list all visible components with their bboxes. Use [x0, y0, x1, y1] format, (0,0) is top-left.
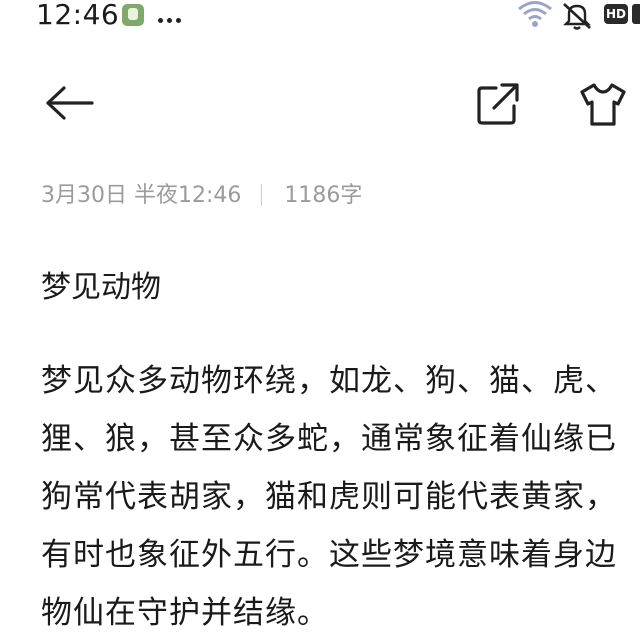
mute-icon [563, 3, 591, 30]
hd-icon: HD [604, 4, 629, 24]
battery-icon [632, 4, 640, 24]
status-bar: 12:46 HD [0, 0, 640, 34]
note-line: 有时也象征外五行。这些梦境意味着身边 [41, 537, 617, 573]
more-dots-icon [158, 8, 188, 23]
wifi-icon [518, 1, 552, 27]
shirt-theme-icon[interactable] [578, 80, 628, 128]
note-screen: 12:46 HD 3月30日 半夜12:46 1186字 梦见动物 梦见众多动物… [0, 0, 640, 639]
note-line: 物仙在守护并结缘。 [41, 595, 329, 631]
meta-divider [261, 184, 263, 206]
note-line: 梦见众多动物环绕，如龙、狗、猫、虎、 [41, 363, 617, 399]
note-body[interactable]: 梦见众多动物环绕，如龙、狗、猫、虎、 狸、狼，甚至众多蛇，通常象征着仙缘已 狗常… [41, 352, 640, 639]
top-toolbar [0, 70, 640, 136]
back-button[interactable] [42, 80, 98, 126]
note-date: 3月30日 半夜12:46 [41, 183, 242, 208]
note-title[interactable]: 梦见动物 [41, 266, 161, 310]
note-meta: 3月30日 半夜12:46 1186字 [41, 180, 362, 212]
share-button[interactable] [474, 80, 522, 128]
note-line: 狗常代表胡家，猫和虎则可能代表黄家， [41, 479, 617, 515]
status-time: 12:46 [36, 0, 120, 31]
note-line: 狸、狼，甚至众多蛇，通常象征着仙缘已 [41, 421, 617, 457]
word-count: 1186字 [284, 183, 363, 208]
app-notification-icon [122, 4, 144, 26]
